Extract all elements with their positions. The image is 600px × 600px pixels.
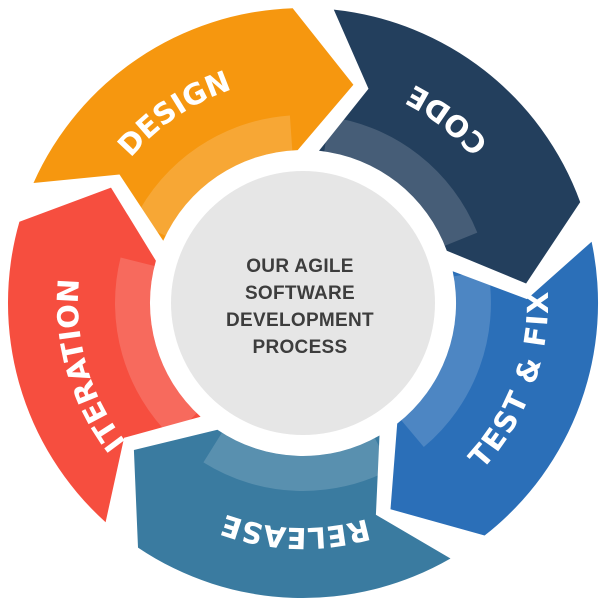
agile-process-diagram: ITERATION DESIGN CODE TEST & FIX RELEASE OUR… (0, 0, 600, 600)
center-title-line-3: DEVELOPMENT (226, 310, 374, 331)
center-title-line-4: PROCESS (252, 337, 348, 358)
center-title-line-1: OUR AGILE (246, 256, 354, 277)
center-title-line-2: SOFTWARE (244, 283, 356, 304)
center-title: OUR AGILE SOFTWARE DEVELOPMENT PROCESS (205, 253, 395, 361)
